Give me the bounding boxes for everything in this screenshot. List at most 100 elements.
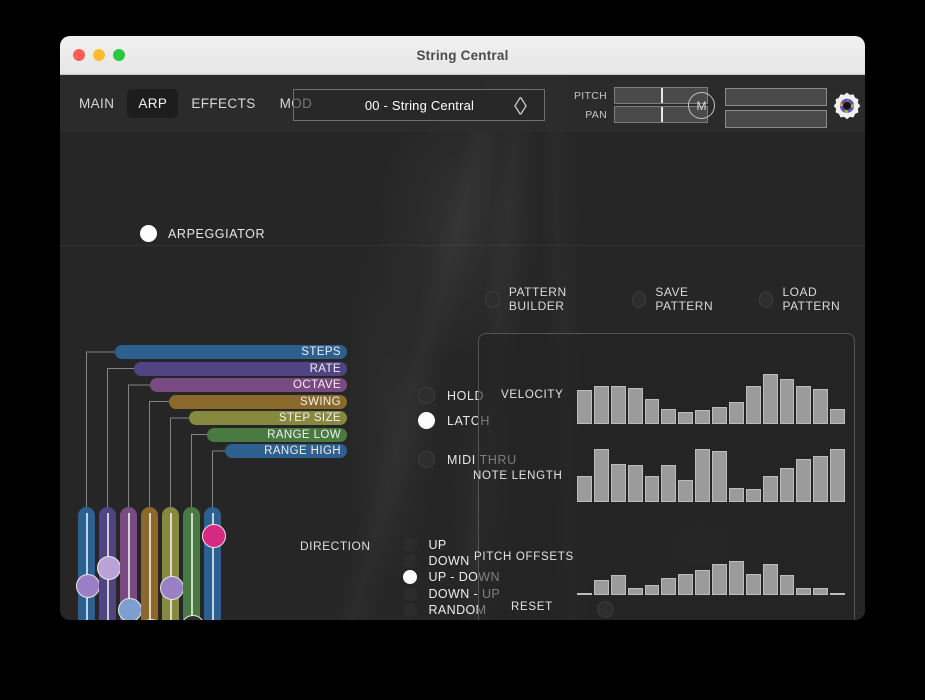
toggle-dot[interactable] bbox=[418, 412, 435, 429]
chart-bar[interactable] bbox=[796, 588, 812, 595]
preset-arrows-icon[interactable]: 〈〉 bbox=[503, 92, 538, 119]
tab-main[interactable]: MAIN bbox=[68, 89, 125, 118]
pattern-builder-button[interactable]: PATTERN BUILDER bbox=[485, 285, 610, 313]
radio-dot[interactable] bbox=[402, 538, 417, 553]
chart-bar[interactable] bbox=[661, 578, 677, 595]
slider-step-size[interactable] bbox=[159, 507, 184, 620]
slider-knob[interactable] bbox=[117, 597, 142, 620]
slider-range-low[interactable] bbox=[180, 507, 205, 620]
param-bar-range-high[interactable]: RANGE HIGH bbox=[225, 444, 347, 458]
chart-bar[interactable] bbox=[678, 412, 694, 424]
chart-bar[interactable] bbox=[644, 584, 660, 595]
chart-bar[interactable] bbox=[627, 587, 643, 595]
chart-bar[interactable] bbox=[728, 561, 744, 595]
chart-bar[interactable] bbox=[712, 563, 727, 595]
chart-bar[interactable] bbox=[644, 475, 660, 502]
save-pattern-button[interactable]: SAVE PATTERN bbox=[631, 285, 737, 313]
toggle-dot[interactable] bbox=[485, 290, 500, 308]
chart-bar[interactable] bbox=[661, 465, 677, 502]
arpeggiator-toggle[interactable] bbox=[140, 225, 157, 242]
arpeggiator-toggle-row[interactable]: ARPEGGIATOR bbox=[140, 225, 265, 242]
slider-range-high[interactable] bbox=[201, 507, 226, 620]
chart-bar[interactable] bbox=[796, 385, 812, 424]
chart-bar[interactable] bbox=[610, 463, 626, 502]
chart-bar[interactable] bbox=[762, 475, 778, 502]
midi-learn-button[interactable]: M bbox=[688, 92, 715, 119]
chart-bar[interactable] bbox=[695, 410, 710, 424]
velocity-chart[interactable] bbox=[577, 362, 845, 424]
param-bar-octave[interactable]: OCTAVE bbox=[150, 378, 347, 392]
meter-bar-top[interactable] bbox=[725, 88, 827, 106]
chart-bar[interactable] bbox=[779, 379, 795, 424]
chart-bar[interactable] bbox=[695, 448, 710, 502]
param-bar-swing[interactable]: SWING bbox=[169, 394, 347, 409]
chart-bar[interactable] bbox=[745, 385, 761, 424]
param-bar-range-low[interactable]: RANGE LOW bbox=[207, 427, 347, 442]
chart-bar[interactable] bbox=[678, 479, 694, 502]
preset-selector[interactable]: 00 - String Central 〈〉 bbox=[293, 89, 545, 121]
chart-bar[interactable] bbox=[762, 374, 778, 424]
chart-bar[interactable] bbox=[610, 574, 626, 595]
chart-bar[interactable] bbox=[610, 385, 626, 424]
slider-rate[interactable] bbox=[96, 507, 121, 620]
chart-bar[interactable] bbox=[813, 455, 829, 502]
slider-octave[interactable] bbox=[117, 507, 142, 620]
chart-bar[interactable] bbox=[830, 408, 845, 424]
slider-knob[interactable] bbox=[180, 615, 205, 620]
chart-bar[interactable] bbox=[577, 389, 592, 424]
radio-dot[interactable] bbox=[402, 570, 417, 585]
chart-bar[interactable] bbox=[813, 388, 829, 424]
chart-bar[interactable] bbox=[661, 409, 677, 424]
chart-bar[interactable] bbox=[813, 588, 829, 595]
radio-dot[interactable] bbox=[402, 602, 417, 617]
tab-effects[interactable]: EFFECTS bbox=[180, 89, 266, 118]
chart-bar[interactable] bbox=[593, 580, 609, 595]
param-bar-rate[interactable]: RATE bbox=[134, 361, 347, 376]
param-bar-steps[interactable]: STEPS bbox=[115, 345, 347, 359]
slider-steps[interactable] bbox=[75, 507, 100, 620]
load-pattern-button[interactable]: LOAD PATTERN bbox=[758, 285, 865, 313]
slider-knob[interactable] bbox=[138, 618, 163, 620]
radio-dot[interactable] bbox=[402, 586, 417, 601]
chart-bar[interactable] bbox=[678, 573, 694, 595]
chart-bar[interactable] bbox=[745, 488, 761, 502]
chart-bar[interactable] bbox=[796, 459, 812, 502]
pan-slider-thumb[interactable] bbox=[661, 107, 663, 122]
tab-arp[interactable]: ARP bbox=[127, 89, 179, 118]
chart-bar[interactable] bbox=[577, 593, 592, 595]
close-button[interactable] bbox=[73, 49, 85, 61]
chart-bar[interactable] bbox=[830, 593, 845, 595]
chart-bar[interactable] bbox=[593, 448, 609, 502]
radio-dot[interactable] bbox=[402, 554, 417, 569]
toggle-dot[interactable] bbox=[418, 451, 435, 468]
reset-button[interactable] bbox=[597, 601, 614, 618]
slider-swing[interactable] bbox=[138, 507, 163, 620]
slider-knob[interactable] bbox=[75, 574, 100, 598]
chart-bar[interactable] bbox=[728, 402, 744, 424]
slider-knob[interactable] bbox=[201, 524, 226, 549]
toggle-dot[interactable] bbox=[631, 290, 647, 308]
chart-bar[interactable] bbox=[644, 399, 660, 424]
minimize-button[interactable] bbox=[93, 49, 105, 61]
chart-bar[interactable] bbox=[695, 570, 710, 595]
param-bar-step-size[interactable]: STEP SIZE bbox=[189, 411, 347, 425]
meter-bar-bottom[interactable] bbox=[725, 110, 827, 128]
pitch-offsets-chart[interactable] bbox=[577, 539, 845, 595]
toggle-dot[interactable] bbox=[418, 387, 435, 404]
chart-bar[interactable] bbox=[712, 450, 727, 502]
chart-bar[interactable] bbox=[745, 573, 761, 595]
toggle-dot[interactable] bbox=[758, 290, 774, 308]
chart-bar[interactable] bbox=[593, 385, 609, 424]
slider-knob[interactable] bbox=[159, 576, 184, 601]
pitch-slider-thumb[interactable] bbox=[661, 88, 663, 103]
chart-bar[interactable] bbox=[627, 464, 643, 502]
chart-bar[interactable] bbox=[728, 487, 744, 502]
slider-knob[interactable] bbox=[96, 556, 121, 581]
chart-bar[interactable] bbox=[712, 407, 727, 424]
radio-dot[interactable] bbox=[402, 619, 417, 620]
maximize-button[interactable] bbox=[113, 49, 125, 61]
chart-bar[interactable] bbox=[830, 448, 845, 502]
chart-bar[interactable] bbox=[577, 476, 592, 502]
chart-bar[interactable] bbox=[779, 468, 795, 502]
note-length-chart[interactable] bbox=[577, 444, 845, 502]
